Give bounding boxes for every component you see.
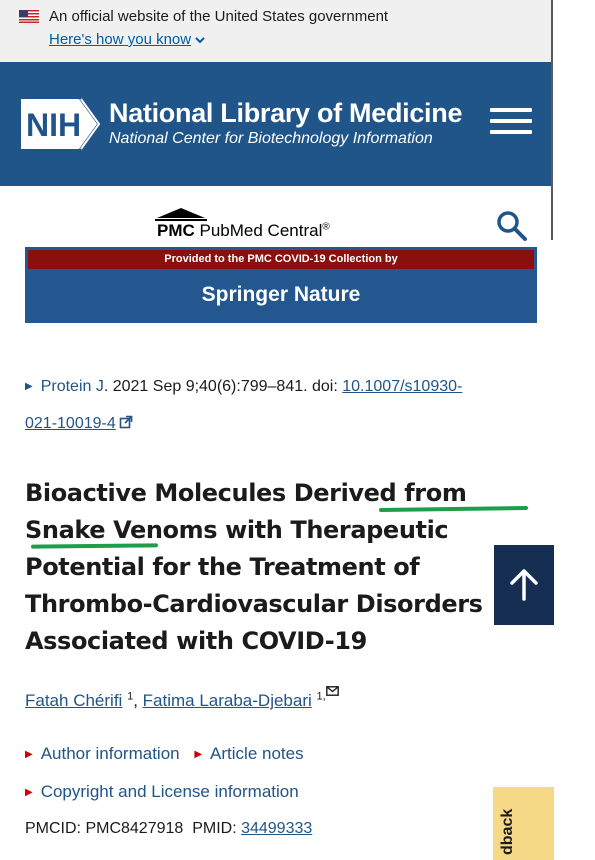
article-title: Bioactive Molecules Derived from Snake V… [25,479,483,655]
pmc-reg: ® [322,221,330,233]
pmcid-label: PMCID: [25,820,86,837]
nlm-title[interactable]: National Library of Medicine [109,98,462,129]
gov-banner-text: An official website of the United States… [49,8,389,25]
citation: ▶ Protein J. 2021 Sep 9;40(6):799–841. do… [25,368,545,442]
citation-details: . 2021 Sep 9;40(6):799–841. doi: [103,378,343,395]
arrow-up-icon [510,569,538,601]
copyright-toggle[interactable]: ▶ Copyright and License information [25,782,299,802]
author-affil[interactable]: 1, [317,690,326,702]
author-information-label[interactable]: Author information [41,744,180,763]
nlm-header: NIH National Library of Medicine Nationa… [0,62,551,186]
mail-icon[interactable] [325,686,339,696]
back-to-top-button[interactable] [494,545,554,625]
ncbi-subtitle: National Center for Biotechnology Inform… [109,130,433,147]
how-you-know-label[interactable]: Here's how you know [49,31,191,48]
pmc-logo-icon[interactable] [154,206,208,222]
pmid-label: PMID: [192,820,242,837]
author-link[interactable]: Fatima Laraba-Djebari [143,691,312,710]
pmcid-value: PMC8427918 [85,820,184,837]
doi-link-part1[interactable]: 10.1007/s10930- [342,378,462,395]
expander-row: ▶ Author information ▶ Article notes [25,744,314,764]
author-link[interactable]: Fatah Chérifi [25,691,122,710]
pmid-link[interactable]: 34499333 [241,820,312,837]
nih-logo[interactable]: NIH [19,97,101,151]
article-ids: PMCID: PMC8427918 PMID: 34499333 [25,820,312,838]
how-you-know-link[interactable]: Here's how you know [49,31,205,48]
author-information-toggle[interactable]: ▶ Author information [25,744,180,763]
copyright-label[interactable]: Copyright and License information [41,782,299,801]
chevron-down-icon [195,35,205,47]
triangle-right-icon: ▶ [194,749,203,760]
article-notes-label[interactable]: Article notes [210,744,304,763]
search-icon[interactable] [494,208,528,242]
pmc-name: PubMed Central [199,221,323,240]
pmc-abbr: PMC [157,221,195,240]
feedback-label: dback [499,808,516,855]
nih-logo-text: NIH [26,107,81,143]
author-list: Fatah Chérifi 1, Fatima Laraba-Djebari 1… [25,686,339,711]
us-flag-icon [19,10,39,23]
feedback-button[interactable]: dback [493,787,554,860]
publisher-banner[interactable]: Provided to the PMC COVID-19 Collection … [25,247,537,323]
doi-link-part2[interactable]: 021-10019-4 [25,415,116,432]
external-link-icon [119,415,133,429]
publisher-banner-top: Provided to the PMC COVID-19 Collection … [28,250,534,269]
menu-icon[interactable] [490,108,532,138]
pmc-logo-text[interactable]: PMC PubMed Central® [157,221,330,241]
frame-edge [551,0,553,240]
triangle-right-icon: ▶ [25,749,33,760]
journal-link[interactable]: Protein J [41,378,104,395]
triangle-right-icon: ▶ [25,381,33,392]
gov-banner: An official website of the United States… [0,0,551,62]
publisher-name: Springer Nature [201,283,361,306]
author-affil[interactable]: 1 [127,690,133,702]
triangle-right-icon: ▶ [25,787,33,798]
article-notes-toggle[interactable]: ▶ Article notes [194,744,303,763]
